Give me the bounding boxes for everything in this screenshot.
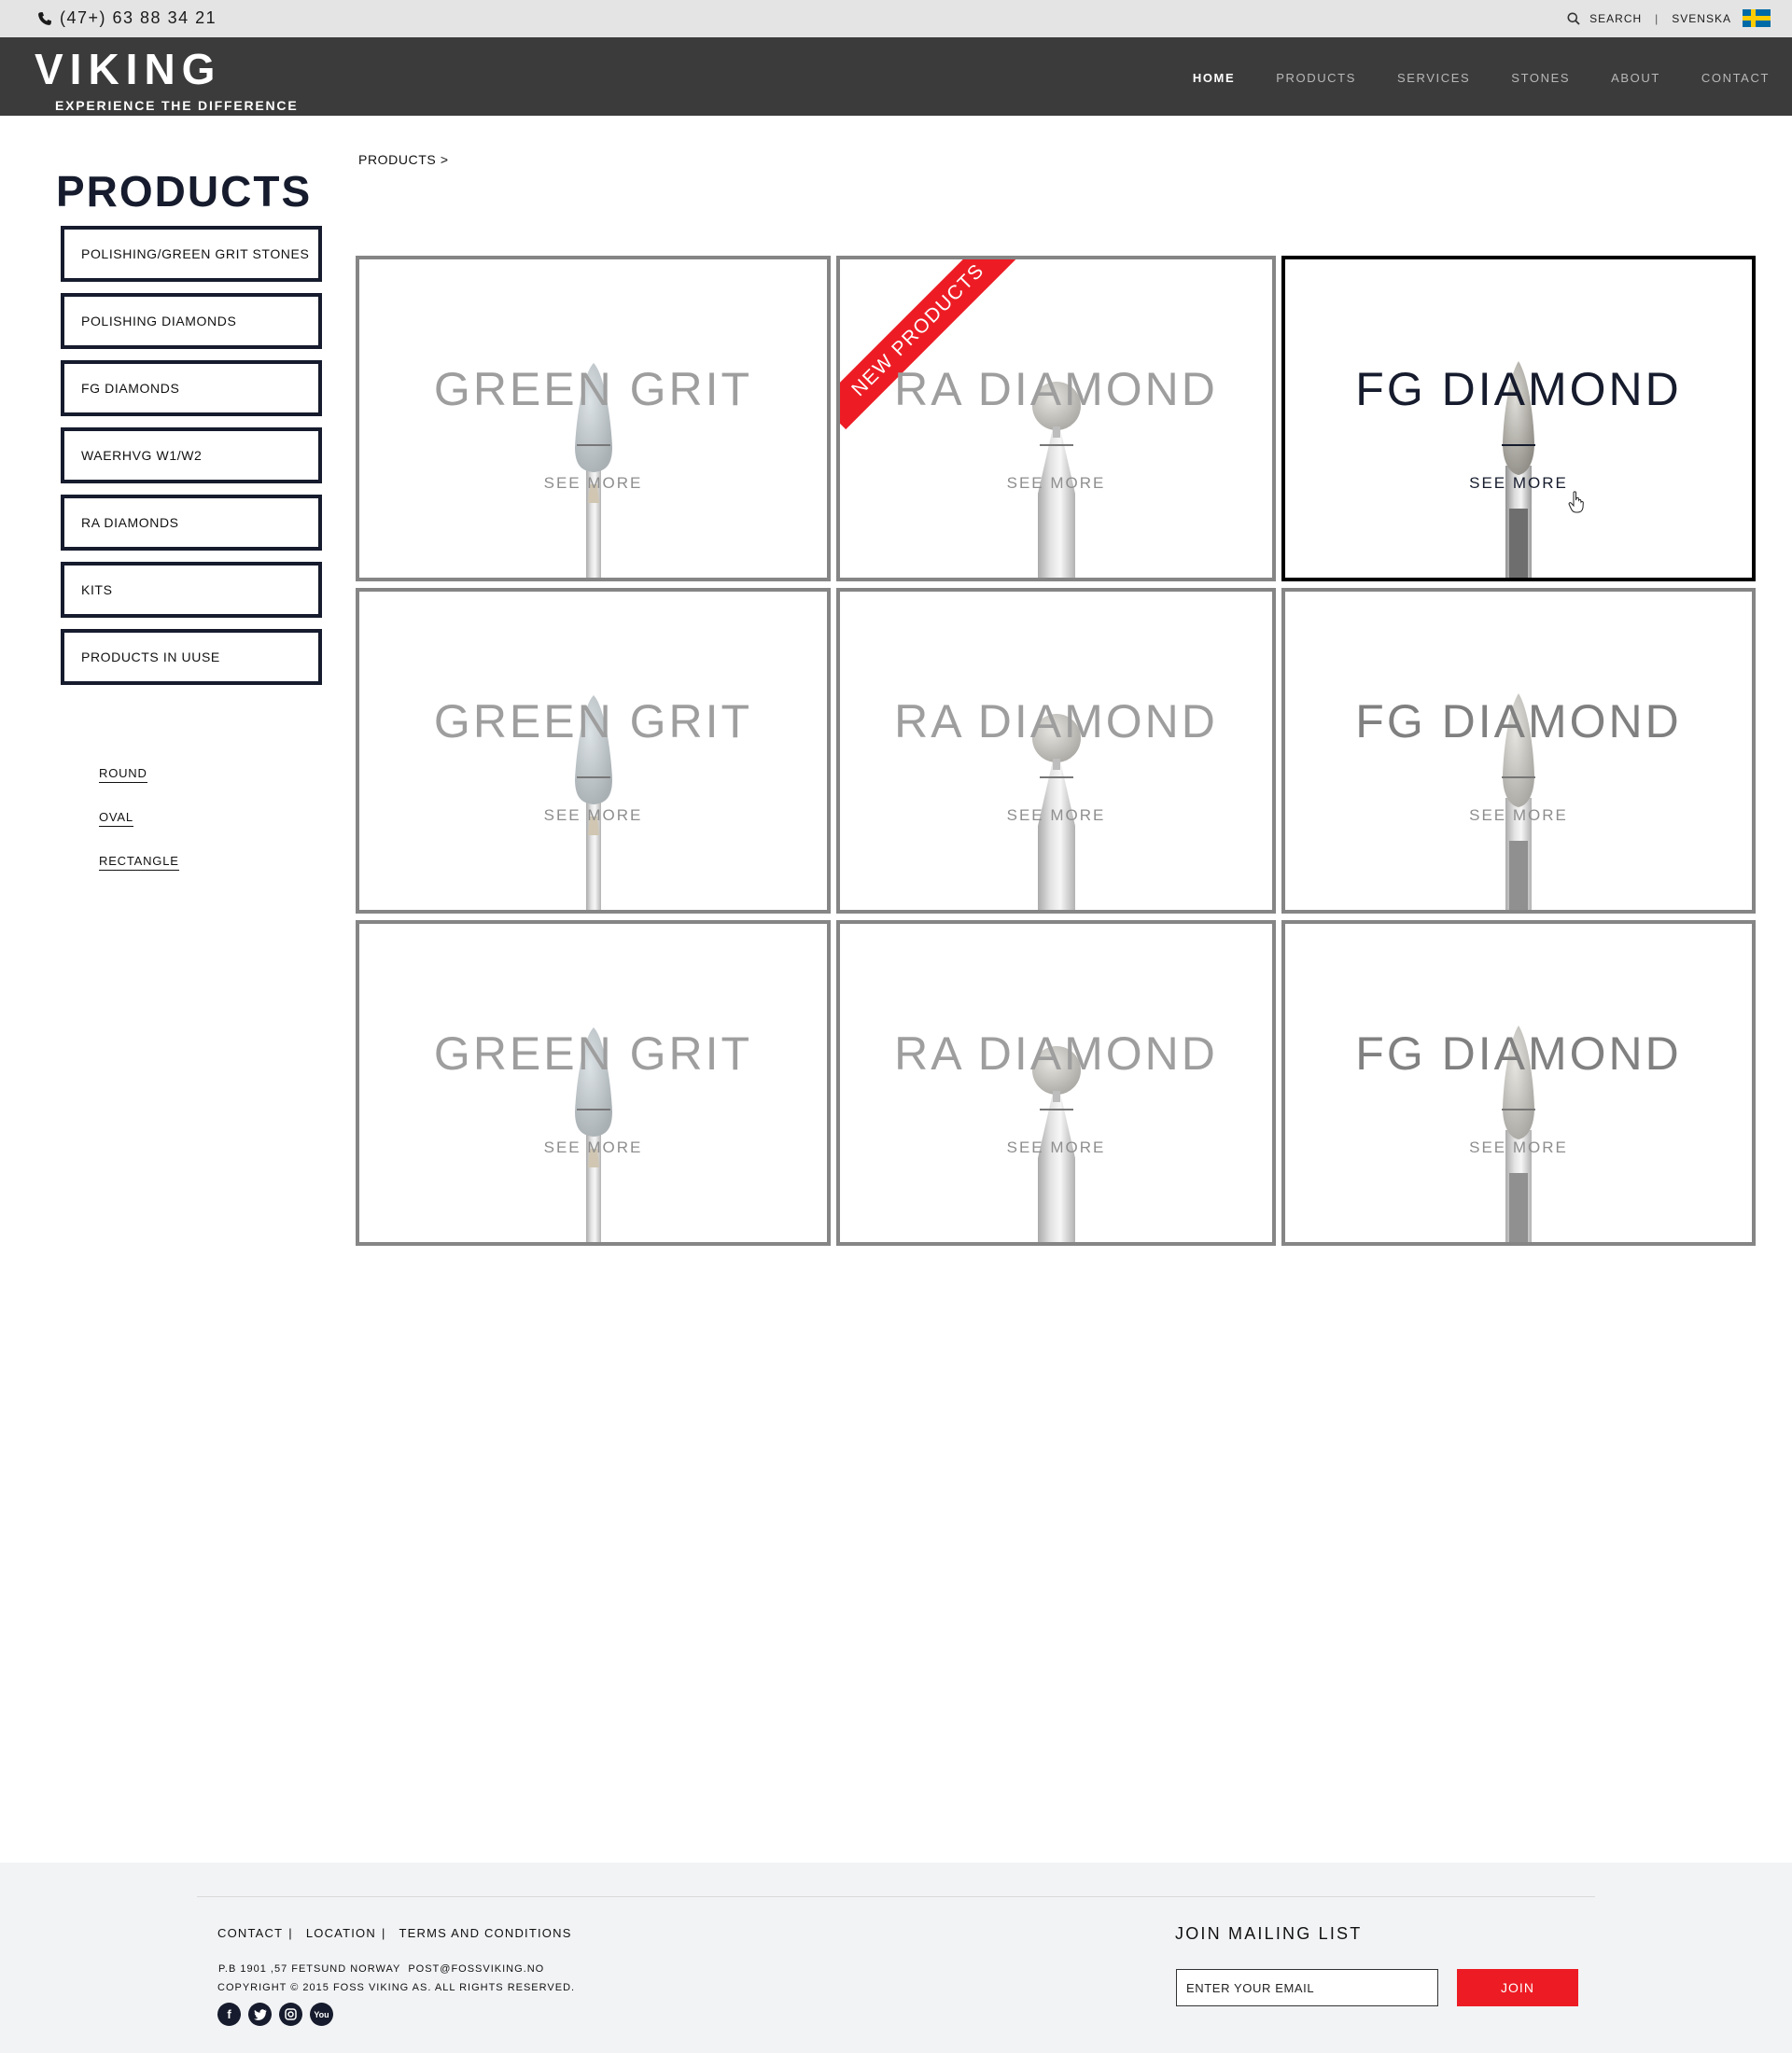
see-more-link[interactable]: SEE MORE — [1285, 1138, 1752, 1157]
nav-contact[interactable]: CONTACT — [1701, 71, 1770, 85]
filter-oval[interactable]: OVAL — [99, 809, 133, 827]
divider: | — [381, 1926, 386, 1940]
site-footer: CONTACT | LOCATION | TERMS AND CONDITION… — [0, 1863, 1792, 2053]
postal-address: P.B 1901 ,57 FETSUND NORWAY — [218, 1963, 401, 1975]
see-more-link[interactable]: SEE MORE — [359, 806, 827, 825]
category-polishing-diamonds[interactable]: POLISHING DIAMONDS — [61, 293, 322, 349]
tile-title: FG DIAMOND — [1355, 363, 1682, 415]
main-nav: HOME PRODUCTS SERVICES STONES ABOUT CONT… — [1193, 71, 1770, 85]
search-label: SEARCH — [1589, 11, 1643, 25]
category-ra-diamonds[interactable]: RA DIAMONDS — [61, 495, 322, 551]
see-more-link[interactable]: SEE MORE — [1285, 806, 1752, 825]
phone-text: (47+) 63 88 34 21 — [60, 8, 217, 27]
logo-tagline: EXPERIENCE THE DIFFERENCE — [55, 98, 299, 113]
facebook-icon[interactable]: f — [217, 2003, 241, 2026]
logo-name: VIKING — [35, 45, 222, 93]
see-more-link[interactable]: SEE MORE — [1285, 474, 1752, 493]
phone-icon — [38, 11, 51, 25]
category-polishing-green-grit[interactable]: POLISHING/GREEN GRIT STONES — [61, 226, 322, 282]
tile-title: RA DIAMOND — [894, 695, 1218, 747]
title-underline — [1502, 444, 1535, 446]
title-underline — [1502, 776, 1535, 778]
see-more-link[interactable]: SEE MORE — [359, 1138, 827, 1157]
copyright: COPYRIGHT © 2015 FOSS VIKING AS. ALL RIG… — [217, 1982, 576, 1993]
product-tile-fg-diamond[interactable]: FG DIAMOND SEE MORE — [1281, 588, 1756, 914]
mailing-list-title: JOIN MAILING LIST — [1175, 1924, 1363, 1943]
language-link[interactable]: SVENSKA — [1672, 12, 1731, 25]
breadcrumb[interactable]: PRODUCTS > — [358, 152, 449, 167]
email-field[interactable] — [1176, 1969, 1438, 2006]
tile-title: GREEN GRIT — [433, 695, 753, 747]
footer-divider — [197, 1896, 1595, 1897]
product-tile-fg-diamond[interactable]: FG DIAMOND SEE MORE — [1281, 920, 1756, 1246]
product-tile-ra-diamond[interactable]: RA DIAMOND SEE MORE — [836, 920, 1276, 1246]
category-products-in-use[interactable]: PRODUCTS IN UUSE — [61, 629, 322, 685]
title-underline — [1039, 444, 1073, 446]
tile-title: RA DIAMOND — [894, 1027, 1218, 1080]
product-tile-green-grit[interactable]: GREEN GRIT SEE MORE — [356, 920, 831, 1246]
category-kits[interactable]: KITS — [61, 562, 322, 618]
search-button[interactable]: SEARCH — [1567, 12, 1642, 25]
tile-title: RA DIAMOND — [894, 363, 1218, 415]
site-header: VIKING EXPERIENCE THE DIFFERENCE HOME PR… — [0, 37, 1792, 116]
title-underline — [1039, 1109, 1073, 1110]
filter-round[interactable]: ROUND — [99, 765, 147, 783]
product-tile-fg-diamond[interactable]: FG DIAMOND SEE MORE — [1281, 256, 1756, 581]
see-more-link[interactable]: SEE MORE — [359, 474, 827, 493]
logo[interactable]: VIKING EXPERIENCE THE DIFFERENCE — [35, 45, 297, 113]
title-underline — [576, 776, 610, 778]
youtube-icon[interactable]: You — [310, 2003, 333, 2026]
see-more-link[interactable]: SEE MORE — [840, 1138, 1272, 1157]
nav-stones[interactable]: STONES — [1511, 71, 1570, 85]
see-more-link[interactable]: SEE MORE — [840, 806, 1272, 825]
category-waerhvg[interactable]: WAERHVG W1/W2 — [61, 427, 322, 483]
email-link[interactable]: POST@FOSSVIKING.NO — [408, 1963, 544, 1975]
title-underline — [576, 1109, 610, 1110]
footer-contact-link[interactable]: CONTACT — [217, 1926, 283, 1940]
utility-bar: (47+) 63 88 34 21 SEARCH | SVENSKA — [0, 0, 1792, 37]
tile-title: GREEN GRIT — [433, 1027, 753, 1080]
search-icon — [1567, 12, 1580, 25]
category-fg-diamonds[interactable]: FG DIAMONDS — [61, 360, 322, 416]
divider: | — [288, 1926, 293, 1940]
title-underline — [1039, 776, 1073, 778]
product-tile-ra-diamond[interactable]: NEW PRODUCTS RA DIAMOND SEE MORE — [836, 256, 1276, 581]
footer-links: CONTACT | LOCATION | TERMS AND CONDITION… — [217, 1926, 572, 1940]
hand-cursor-icon — [1568, 491, 1584, 513]
twitter-icon[interactable] — [248, 2003, 272, 2026]
title-underline — [576, 444, 610, 446]
see-more-link[interactable]: SEE MORE — [840, 474, 1272, 493]
nav-products[interactable]: PRODUCTS — [1276, 71, 1356, 85]
footer-terms-link[interactable]: TERMS AND CONDITIONS — [399, 1926, 572, 1940]
product-tile-green-grit[interactable]: GREEN GRIT SEE MORE — [356, 588, 831, 914]
phone-number[interactable]: (47+) 63 88 34 21 — [37, 8, 217, 28]
title-underline — [1502, 1109, 1535, 1110]
utility-links: SEARCH | SVENSKA — [1567, 9, 1771, 27]
nav-services[interactable]: SERVICES — [1397, 71, 1470, 85]
tile-title: FG DIAMOND — [1355, 1027, 1682, 1080]
category-menu: POLISHING/GREEN GRIT STONES POLISHING DI… — [61, 226, 322, 696]
tile-title: GREEN GRIT — [433, 363, 753, 415]
swedish-flag-icon[interactable] — [1743, 9, 1771, 27]
shape-filters: ROUND OVAL RECTANGLE — [99, 765, 179, 897]
product-tile-ra-diamond[interactable]: RA DIAMOND SEE MORE — [836, 588, 1276, 914]
footer-address-line: P.B 1901 ,57 FETSUND NORWAY POST@FOSSVIK… — [218, 1963, 544, 1975]
tile-title: FG DIAMOND — [1355, 695, 1682, 747]
product-tile-green-grit[interactable]: GREEN GRIT SEE MORE — [356, 256, 831, 581]
nav-about[interactable]: ABOUT — [1611, 71, 1660, 85]
filter-rectangle[interactable]: RECTANGLE — [99, 853, 179, 871]
instagram-icon[interactable] — [279, 2003, 302, 2026]
nav-home[interactable]: HOME — [1193, 71, 1235, 85]
join-button[interactable]: JOIN — [1457, 1969, 1578, 2006]
social-links: f You — [217, 2003, 333, 2026]
footer-location-link[interactable]: LOCATION — [306, 1926, 376, 1940]
sidebar-title: PRODUCTS — [56, 167, 313, 216]
divider: | — [1655, 11, 1659, 25]
